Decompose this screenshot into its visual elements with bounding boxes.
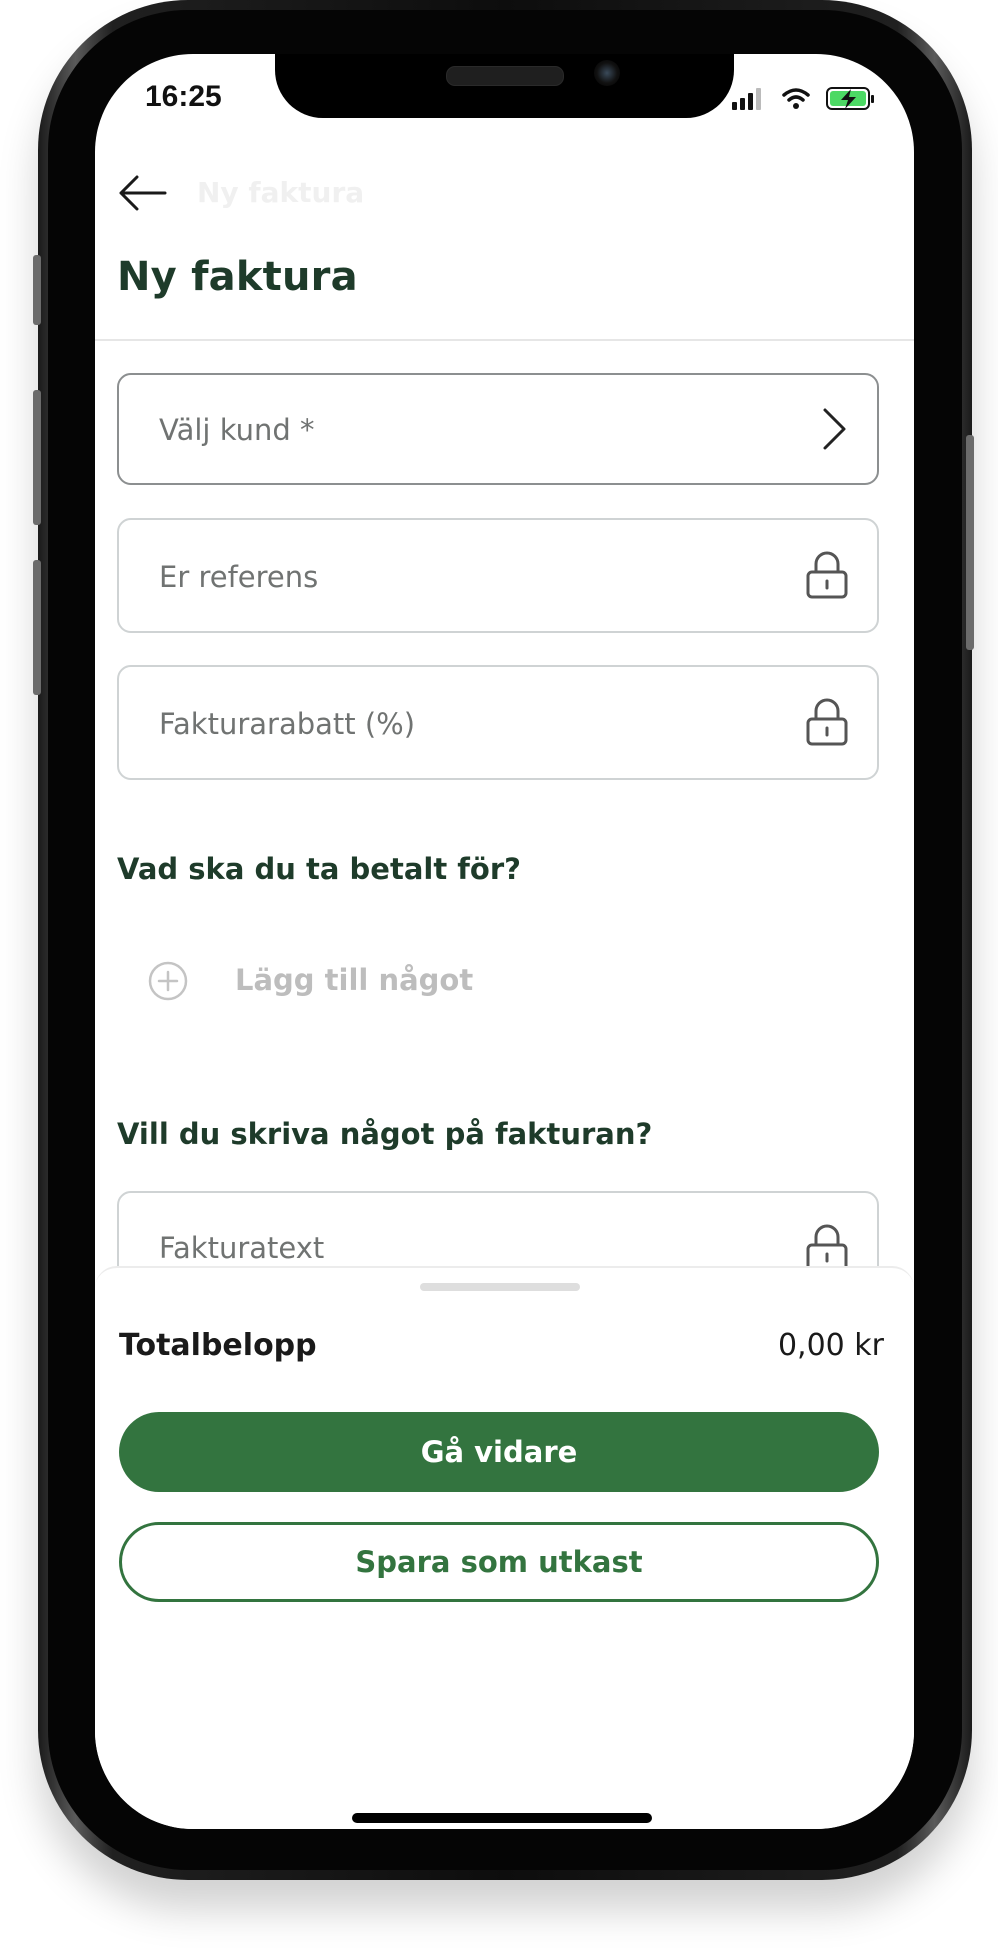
- continue-button[interactable]: Gå vidare: [119, 1412, 879, 1492]
- total-amount-value: 0,00 kr: [777, 1328, 884, 1363]
- items-section-title: Vad ska du ta betalt för?: [117, 852, 521, 886]
- reference-field-placeholder: Er referens: [159, 560, 319, 594]
- wifi-icon: [782, 88, 810, 109]
- customer-select-placeholder: Välj kund *: [159, 413, 315, 447]
- page-title: Ny faktura: [117, 254, 358, 300]
- header-divider: [95, 339, 914, 341]
- battery-charging-icon: [826, 87, 874, 110]
- invoice-text-section-title: Vill du skriva något på fakturan?: [117, 1117, 653, 1151]
- back-button[interactable]: [115, 164, 173, 222]
- volume-down-button: [33, 560, 41, 695]
- invoice-discount-placeholder: Fakturarabatt (%): [159, 707, 416, 741]
- device-notch: [275, 54, 734, 118]
- invoice-text-placeholder: Fakturatext: [159, 1231, 325, 1265]
- add-item-label: Lägg till något: [235, 963, 474, 997]
- add-circle-icon: [148, 961, 188, 1001]
- arrow-left-icon: [119, 175, 167, 211]
- bottom-summary-sheet: Totalbelopp 0,00 kr Gå vidare Spara som …: [95, 1266, 914, 1829]
- invoice-discount-field[interactable]: Fakturarabatt (%): [117, 665, 879, 780]
- lock-icon: [806, 698, 848, 746]
- front-camera: [594, 60, 620, 86]
- sheet-grabber-handle[interactable]: [420, 1283, 580, 1291]
- volume-up-button: [33, 390, 41, 525]
- reference-field[interactable]: Er referens: [117, 518, 879, 633]
- earpiece-speaker: [446, 66, 564, 86]
- status-time: 16:25: [145, 80, 222, 113]
- home-indicator: [352, 1813, 652, 1823]
- customer-select[interactable]: Välj kund *: [117, 373, 879, 485]
- chevron-right-icon: [823, 408, 846, 450]
- save-draft-button[interactable]: Spara som utkast: [119, 1522, 879, 1602]
- app-screen: 16:25 Ny faktura Ny faktura Välj kund *: [95, 54, 914, 1829]
- lock-icon: [806, 551, 848, 599]
- status-icons: [732, 87, 874, 110]
- power-button: [966, 435, 974, 650]
- cellular-signal-icon: [732, 88, 761, 110]
- mute-switch: [33, 255, 41, 325]
- nav-bar-title: Ny faktura: [197, 176, 365, 209]
- total-amount-label: Totalbelopp: [119, 1328, 317, 1363]
